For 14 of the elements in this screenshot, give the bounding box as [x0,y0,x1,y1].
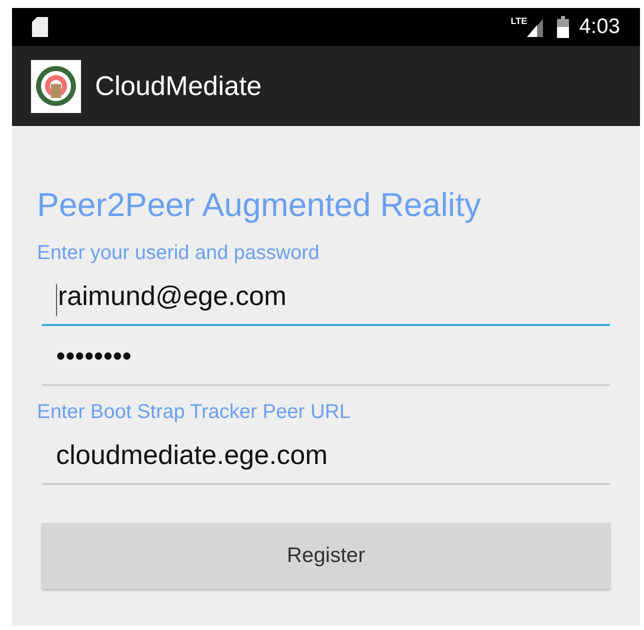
sd-card-icon [32,17,48,37]
section-label: Enter Boot Strap Tracker Peer URL [37,400,352,425]
page-heading: Peer2Peer Augmented Reality [37,188,482,221]
section-label: Enter your userid and password [37,241,320,266]
clock-text: 4:03 [579,14,620,40]
signal-icon [527,17,544,37]
app-title: CloudMediate [95,70,262,103]
input-field[interactable]: cloudmediate.ege.com [42,435,610,485]
input-field[interactable]: raimund@ege.com [42,276,610,326]
battery-icon [557,16,570,38]
network-label: LTE [510,15,528,28]
register-button[interactable]: Register [42,523,610,589]
input-field[interactable]: •••••••• [42,336,610,386]
app-logo-icon [31,60,81,112]
